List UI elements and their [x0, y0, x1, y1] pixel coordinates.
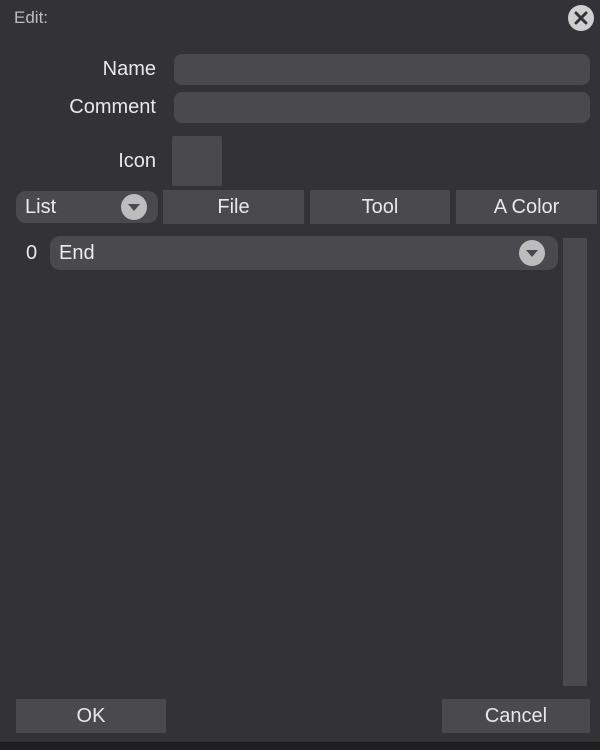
file-button[interactable]: File: [163, 190, 304, 224]
color-button[interactable]: A Color: [456, 190, 597, 224]
list-row-index: 0: [26, 242, 38, 264]
list-type-dropdown[interactable]: List: [16, 191, 158, 223]
close-button[interactable]: [568, 5, 594, 31]
command-list: [16, 232, 558, 688]
tool-button-label: Tool: [361, 195, 399, 218]
list-scrollbar[interactable]: [563, 238, 587, 686]
comment-label: Comment: [69, 96, 156, 118]
cancel-button-label: Cancel: [484, 704, 548, 727]
edit-dialog: Edit: Name Comment Icon List File Tool A…: [0, 0, 600, 743]
list-row-dropdown[interactable]: End: [50, 236, 558, 270]
name-field[interactable]: [174, 54, 590, 85]
icon-picker[interactable]: [172, 136, 222, 186]
file-button-label: File: [217, 195, 250, 218]
comment-field[interactable]: [174, 92, 590, 123]
tool-button[interactable]: Tool: [310, 190, 450, 224]
ok-button[interactable]: OK: [16, 699, 166, 733]
list-type-value: List: [25, 196, 57, 218]
dialog-title: Edit:: [14, 8, 49, 27]
ok-button-label: OK: [76, 704, 106, 727]
cancel-button[interactable]: Cancel: [442, 699, 590, 733]
close-icon: [574, 11, 588, 25]
color-button-label: A Color: [493, 195, 560, 218]
chevron-down-icon: [519, 240, 545, 266]
list-row-value: End: [59, 242, 95, 264]
chevron-down-icon: [121, 194, 147, 220]
icon-label: Icon: [118, 150, 156, 172]
name-label: Name: [102, 58, 156, 80]
